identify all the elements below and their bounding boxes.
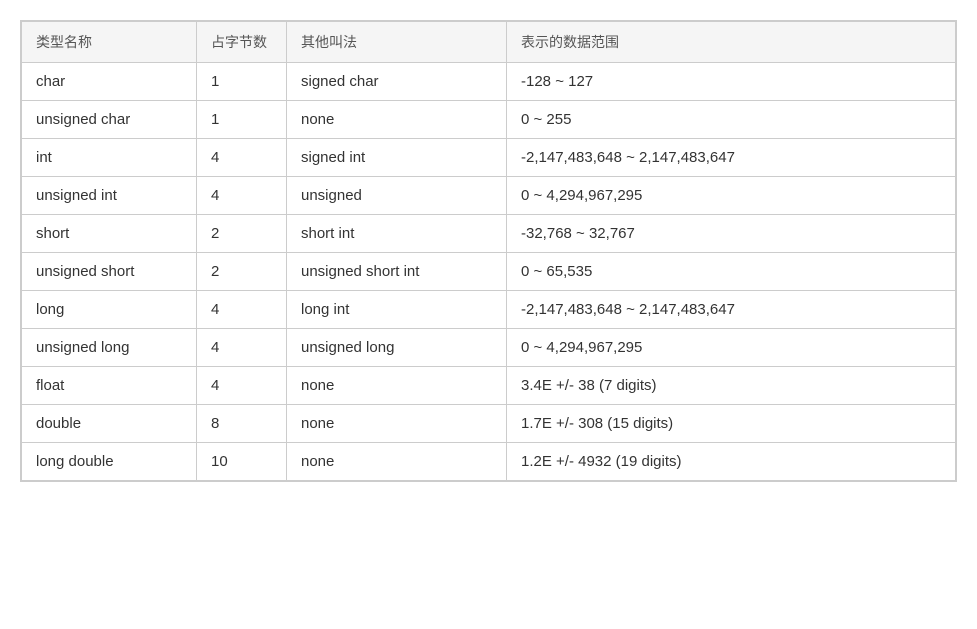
cell-type-name: unsigned char: [22, 101, 197, 139]
cell-bytes: 2: [197, 253, 287, 291]
header-type-name: 类型名称: [22, 22, 197, 63]
cell-alias: none: [287, 405, 507, 443]
cell-type-name: unsigned int: [22, 177, 197, 215]
cell-range: 0 ~ 255: [507, 101, 956, 139]
table-row: unsigned int4unsigned0 ~ 4,294,967,295: [22, 177, 956, 215]
cell-bytes: 4: [197, 177, 287, 215]
cell-range: -2,147,483,648 ~ 2,147,483,647: [507, 139, 956, 177]
cell-bytes: 1: [197, 63, 287, 101]
cell-bytes: 4: [197, 367, 287, 405]
cell-type-name: long double: [22, 443, 197, 481]
cell-bytes: 1: [197, 101, 287, 139]
cell-range: 1.2E +/- 4932 (19 digits): [507, 443, 956, 481]
header-alias: 其他叫法: [287, 22, 507, 63]
header-range: 表示的数据范围: [507, 22, 956, 63]
cell-alias: signed char: [287, 63, 507, 101]
table-row: long double10none1.2E +/- 4932 (19 digit…: [22, 443, 956, 481]
cell-range: -2,147,483,648 ~ 2,147,483,647: [507, 291, 956, 329]
table-row: float4none3.4E +/- 38 (7 digits): [22, 367, 956, 405]
table-row: char1signed char-128 ~ 127: [22, 63, 956, 101]
table-row: short2short int-32,768 ~ 32,767: [22, 215, 956, 253]
cell-range: 0 ~ 4,294,967,295: [507, 177, 956, 215]
cell-range: -128 ~ 127: [507, 63, 956, 101]
cell-alias: short int: [287, 215, 507, 253]
table-header-row: 类型名称 占字节数 其他叫法 表示的数据范围: [22, 22, 956, 63]
cell-alias: unsigned long: [287, 329, 507, 367]
cell-range: 0 ~ 4,294,967,295: [507, 329, 956, 367]
cell-alias: none: [287, 367, 507, 405]
cell-type-name: short: [22, 215, 197, 253]
cell-bytes: 4: [197, 329, 287, 367]
cell-type-name: char: [22, 63, 197, 101]
cell-type-name: float: [22, 367, 197, 405]
cell-alias: none: [287, 101, 507, 139]
cell-alias: none: [287, 443, 507, 481]
cell-alias: signed int: [287, 139, 507, 177]
header-bytes: 占字节数: [197, 22, 287, 63]
table-row: unsigned short2unsigned short int0 ~ 65,…: [22, 253, 956, 291]
table-row: unsigned long4unsigned long0 ~ 4,294,967…: [22, 329, 956, 367]
cell-type-name: unsigned short: [22, 253, 197, 291]
cell-bytes: 2: [197, 215, 287, 253]
cell-type-name: unsigned long: [22, 329, 197, 367]
table-row: unsigned char1none0 ~ 255: [22, 101, 956, 139]
cell-range: 0 ~ 65,535: [507, 253, 956, 291]
cell-alias: unsigned short int: [287, 253, 507, 291]
table-row: int4signed int-2,147,483,648 ~ 2,147,483…: [22, 139, 956, 177]
cell-bytes: 8: [197, 405, 287, 443]
table-row: double8none1.7E +/- 308 (15 digits): [22, 405, 956, 443]
cell-type-name: long: [22, 291, 197, 329]
cell-alias: long int: [287, 291, 507, 329]
cell-type-name: double: [22, 405, 197, 443]
cell-range: 3.4E +/- 38 (7 digits): [507, 367, 956, 405]
cell-bytes: 10: [197, 443, 287, 481]
cell-range: 1.7E +/- 308 (15 digits): [507, 405, 956, 443]
cell-bytes: 4: [197, 139, 287, 177]
cell-type-name: int: [22, 139, 197, 177]
data-types-table: 类型名称 占字节数 其他叫法 表示的数据范围 char1signed char-…: [20, 20, 957, 482]
table-row: long4long int-2,147,483,648 ~ 2,147,483,…: [22, 291, 956, 329]
cell-bytes: 4: [197, 291, 287, 329]
cell-alias: unsigned: [287, 177, 507, 215]
cell-range: -32,768 ~ 32,767: [507, 215, 956, 253]
